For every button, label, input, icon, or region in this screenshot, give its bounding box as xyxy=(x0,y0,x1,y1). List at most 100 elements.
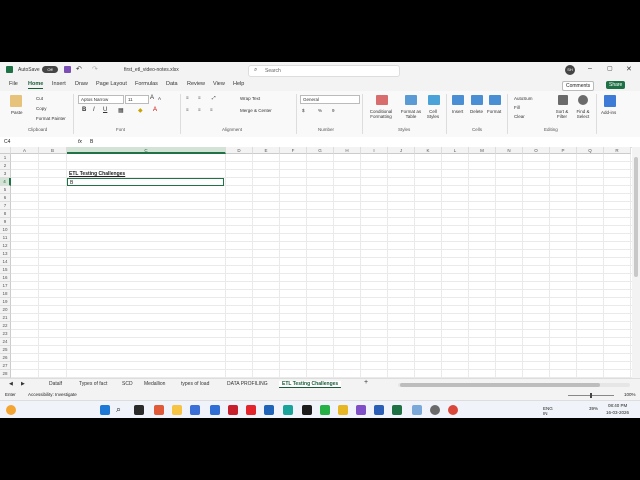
column-header-a[interactable]: A xyxy=(11,147,39,154)
row-header-7[interactable]: 7 xyxy=(0,202,11,210)
format-as-table-button[interactable]: Format as Table xyxy=(398,109,424,119)
menu-help[interactable]: Help xyxy=(233,81,244,87)
zoom-thumb[interactable] xyxy=(590,393,592,398)
avatar[interactable]: SH xyxy=(565,65,575,75)
row-header-28[interactable]: 28 xyxy=(0,370,11,378)
sort-filter-button[interactable]: Sort & Filter xyxy=(552,109,572,119)
chrome-icon[interactable] xyxy=(338,405,348,415)
wrap-text-button[interactable]: Wrap Text xyxy=(240,96,260,101)
youtube-icon[interactable] xyxy=(246,405,256,415)
horizontal-scroll-thumb[interactable] xyxy=(400,383,600,387)
row-header-4[interactable]: 4 xyxy=(0,178,11,186)
column-header-l[interactable]: L xyxy=(442,147,469,154)
share-button[interactable]: Share xyxy=(606,81,626,89)
row-header-19[interactable]: 19 xyxy=(0,298,11,306)
grow-font-icon[interactable]: A xyxy=(150,95,154,101)
number-format-select[interactable]: General xyxy=(300,95,360,104)
autosum-button[interactable]: AutoSum xyxy=(514,96,533,101)
row-header-5[interactable]: 5 xyxy=(0,186,11,194)
column-header-m[interactable]: M xyxy=(469,147,496,154)
select-all-corner[interactable] xyxy=(0,147,11,154)
scroll-thumb[interactable] xyxy=(634,157,638,277)
bold-button[interactable]: B xyxy=(82,107,86,113)
app-icon[interactable] xyxy=(448,405,458,415)
comma-icon[interactable]: 9 xyxy=(332,108,335,113)
fill-button[interactable]: Fill xyxy=(514,105,520,110)
format-painter-button[interactable]: Format Painter xyxy=(36,116,66,121)
zoom-slider[interactable] xyxy=(568,393,614,398)
tab-scd[interactable]: SCD xyxy=(122,381,133,387)
orientation-icon[interactable]: ⤢ xyxy=(212,95,216,100)
cell-styles-button[interactable]: Cell Styles xyxy=(424,109,442,119)
font-size-select[interactable]: 11 xyxy=(125,95,149,104)
align-top-icon[interactable]: ≡ xyxy=(186,95,189,100)
minimize-icon[interactable]: – xyxy=(588,65,592,72)
horizontal-scrollbar[interactable] xyxy=(398,383,630,387)
align-middle-icon[interactable]: ≡ xyxy=(198,95,201,100)
row-header-20[interactable]: 20 xyxy=(0,306,11,314)
column-header-n[interactable]: N xyxy=(496,147,523,154)
formula-input[interactable]: B xyxy=(90,139,93,145)
align-right-icon[interactable]: ≡ xyxy=(210,107,213,112)
row-header-14[interactable]: 14 xyxy=(0,258,11,266)
format-as-table-icon[interactable] xyxy=(405,95,417,105)
language-indicator[interactable]: ENG IN xyxy=(543,406,557,416)
row-header-8[interactable]: 8 xyxy=(0,210,11,218)
row-header-1[interactable]: 1 xyxy=(0,154,11,162)
row-header-3[interactable]: 3 xyxy=(0,170,11,178)
row-header-12[interactable]: 12 xyxy=(0,242,11,250)
weather-icon[interactable] xyxy=(6,405,16,415)
find-select-icon[interactable] xyxy=(578,95,588,105)
file-explorer-icon[interactable] xyxy=(172,405,182,415)
search-taskbar-icon[interactable]: ⌕ xyxy=(116,404,121,415)
store-icon[interactable] xyxy=(190,405,200,415)
row-header-27[interactable]: 27 xyxy=(0,362,11,370)
menu-formulas[interactable]: Formulas xyxy=(135,81,158,87)
row-header-10[interactable]: 10 xyxy=(0,226,11,234)
row-header-23[interactable]: 23 xyxy=(0,330,11,338)
comments-button[interactable]: Comments xyxy=(562,81,595,91)
column-header-e[interactable]: E xyxy=(253,147,280,154)
column-header-h[interactable]: H xyxy=(334,147,361,154)
mail-icon[interactable] xyxy=(210,405,220,415)
conditional-formatting-icon[interactable] xyxy=(376,95,388,105)
tab-types-of-fact[interactable]: Types of fact xyxy=(79,381,107,387)
column-header-b[interactable]: B xyxy=(39,147,67,154)
column-header-q[interactable]: Q xyxy=(577,147,604,154)
font-color-icon[interactable]: A xyxy=(153,107,157,113)
tab-types-of-load[interactable]: types of load xyxy=(181,381,209,387)
row-header-18[interactable]: 18 xyxy=(0,290,11,298)
column-header-f[interactable]: F xyxy=(280,147,307,154)
column-header-o[interactable]: O xyxy=(523,147,550,154)
clock-time[interactable]: 08:40 PM xyxy=(608,403,627,408)
tab-data-profiling[interactable]: DATA PROFILING xyxy=(227,381,268,387)
add-sheet-icon[interactable]: + xyxy=(364,379,368,386)
word-icon[interactable] xyxy=(374,405,384,415)
antivirus-icon[interactable] xyxy=(228,405,238,415)
tab-medallion[interactable]: Medallion xyxy=(144,381,165,387)
column-header-i[interactable]: I xyxy=(361,147,388,154)
row-header-11[interactable]: 11 xyxy=(0,234,11,242)
undo-icon[interactable]: ↶ xyxy=(76,65,82,73)
menu-page-layout[interactable]: Page Layout xyxy=(96,81,127,87)
sort-filter-icon[interactable] xyxy=(558,95,568,105)
insert-cells-icon[interactable] xyxy=(452,95,464,105)
column-header-d[interactable]: D xyxy=(226,147,253,154)
column-header-g[interactable]: G xyxy=(307,147,334,154)
zoom-level[interactable]: 100% xyxy=(624,392,636,397)
percent-icon[interactable]: % xyxy=(318,108,322,113)
column-header-c[interactable]: C xyxy=(67,147,226,154)
addins-button[interactable]: Add-ins xyxy=(601,110,616,115)
tab-etl-testing-challenges[interactable]: ETL Testing Challenges xyxy=(279,381,342,388)
row-header-2[interactable]: 2 xyxy=(0,162,11,170)
row-header-21[interactable]: 21 xyxy=(0,314,11,322)
row-header-9[interactable]: 9 xyxy=(0,218,11,226)
pycharm-icon[interactable] xyxy=(302,405,312,415)
linkedin-icon[interactable] xyxy=(264,405,274,415)
shrink-font-icon[interactable]: A xyxy=(158,96,161,101)
close-icon[interactable]: ✕ xyxy=(626,65,632,73)
menu-file[interactable]: File xyxy=(9,81,18,87)
merge-center-button[interactable]: Merge & Center xyxy=(240,108,272,113)
row-header-17[interactable]: 17 xyxy=(0,282,11,290)
currency-icon[interactable]: $ xyxy=(302,108,305,113)
